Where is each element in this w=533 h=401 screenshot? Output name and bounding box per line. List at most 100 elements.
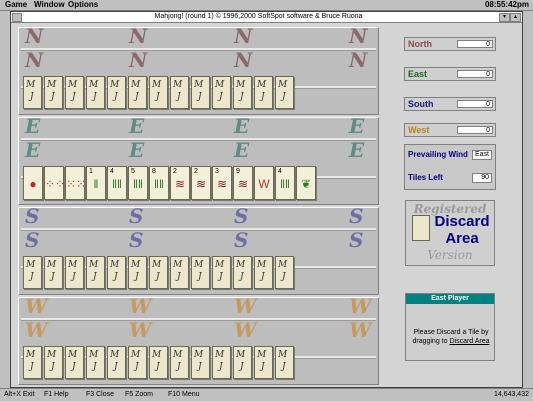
player-panel-w: WWWWWWWWMJMJMJMJMJMJMJMJMJMJMJMJMJ bbox=[18, 294, 379, 385]
wind-glyph-icon: S bbox=[234, 228, 249, 252]
hand-tile[interactable]: ● bbox=[23, 166, 43, 200]
status-key[interactable]: Alt+X Exit bbox=[4, 390, 35, 400]
title-bar[interactable]: Mahjong! (round 1) © 1996,2000 SoftSpot … bbox=[11, 12, 522, 23]
tile-back-glyph: J bbox=[261, 362, 265, 372]
tile-symbol-icon: ≋ bbox=[237, 177, 249, 191]
hidden-tile: MJ bbox=[86, 256, 105, 289]
menu-options[interactable]: Options bbox=[68, 0, 98, 10]
hand-tile[interactable]: 2 ≋ bbox=[170, 166, 190, 200]
tile-back-glyph: J bbox=[30, 272, 34, 282]
tile-back-glyph: J bbox=[177, 92, 181, 102]
hidden-tile: MJ bbox=[149, 76, 168, 109]
tile-back-glyph: J bbox=[198, 272, 202, 282]
tile-back-glyph: J bbox=[219, 362, 223, 372]
tile-back-glyph: M bbox=[215, 350, 225, 360]
hand-tile[interactable]: 1ǁ bbox=[86, 166, 106, 200]
hidden-tile: MJ bbox=[23, 256, 42, 289]
tile-back-glyph: J bbox=[30, 92, 34, 102]
tile-back-glyph: J bbox=[261, 92, 265, 102]
system-menu-icon[interactable] bbox=[12, 13, 22, 22]
wind-glyph-icon: N bbox=[25, 24, 44, 48]
clock: 08:55:42pm bbox=[484, 0, 529, 9]
discard-area[interactable]: Registered Discard Area Version bbox=[405, 200, 495, 266]
wind-glyph-icon: W bbox=[234, 294, 257, 318]
wind-glyph-icon: N bbox=[25, 48, 44, 72]
tile-back-glyph: M bbox=[278, 350, 288, 360]
hidden-tile: MJ bbox=[65, 76, 84, 109]
wind-glyph-icon: N bbox=[234, 24, 253, 48]
hidden-tile: MJ bbox=[44, 256, 63, 289]
discard-area-link[interactable]: Discard Area bbox=[449, 338, 489, 345]
memory-readout: 14,643,432 bbox=[493, 391, 529, 398]
tile-back-glyph: J bbox=[93, 92, 97, 102]
tile-back-glyph: J bbox=[114, 92, 118, 102]
wind-score-value: 0 bbox=[457, 70, 493, 78]
tile-back-glyph: M bbox=[152, 350, 162, 360]
hand-tile[interactable]: 8 ǁǁ bbox=[149, 166, 169, 200]
tile-back-glyph: J bbox=[282, 272, 286, 282]
tile-back-glyph: M bbox=[194, 350, 204, 360]
tile-back-glyph: J bbox=[51, 92, 55, 102]
tile-back-glyph: M bbox=[215, 80, 225, 90]
tile-back-glyph: M bbox=[257, 260, 267, 270]
tile-back-glyph: J bbox=[198, 92, 202, 102]
wind-glyph-icon: E bbox=[234, 138, 250, 162]
wind-glyph-icon: N bbox=[349, 48, 368, 72]
hidden-tile: MJ bbox=[170, 76, 189, 109]
tile-symbol-icon: ǁǁ bbox=[133, 177, 143, 191]
status-key[interactable]: F5 Zoom bbox=[125, 390, 153, 400]
tile-symbol-icon: ● bbox=[29, 177, 37, 191]
hand-tile[interactable]: ⁘⁘ bbox=[44, 166, 64, 200]
tile-back-glyph: J bbox=[219, 92, 223, 102]
menu-game[interactable]: Game bbox=[5, 0, 27, 10]
hand-tile[interactable]: 3 ≋ bbox=[212, 166, 232, 200]
hand-tile[interactable]: W bbox=[254, 166, 274, 200]
game-info: Prevailing Wind East Tiles Left 90 bbox=[404, 144, 496, 190]
tile-symbol-icon: ǁǁ bbox=[280, 177, 290, 191]
prevailing-wind-value: East bbox=[471, 150, 492, 160]
tile-back-glyph: J bbox=[219, 272, 223, 282]
tile-back-glyph: J bbox=[72, 362, 76, 372]
wind-glyph-icon: N bbox=[129, 48, 148, 72]
tile-number: 8 bbox=[152, 168, 156, 175]
tile-back-glyph: J bbox=[177, 272, 181, 282]
hidden-tile: MJ bbox=[107, 346, 126, 379]
status-key[interactable]: F1 Help bbox=[44, 390, 69, 400]
maximize-button[interactable]: ▴ bbox=[510, 13, 521, 22]
tile-back-glyph: J bbox=[30, 362, 34, 372]
hand-tile[interactable]: ⁙⁙ bbox=[65, 166, 85, 200]
hand-tile[interactable]: 9 ≋ bbox=[233, 166, 253, 200]
tile-back-glyph: J bbox=[135, 92, 139, 102]
hidden-tile: MJ bbox=[86, 346, 105, 379]
hand-tile[interactable]: 2 ≋ bbox=[191, 166, 211, 200]
tile-symbol-icon: ǁǁ bbox=[112, 177, 122, 191]
hidden-tile: MJ bbox=[191, 346, 210, 379]
hand-tile[interactable]: 4 ǁǁ bbox=[107, 166, 127, 200]
tile-back-glyph: M bbox=[257, 80, 267, 90]
wind-glyph-icon: E bbox=[234, 114, 250, 138]
minimize-button[interactable]: ▾ bbox=[499, 13, 510, 22]
wind-glyph-icon: W bbox=[234, 318, 257, 342]
status-key[interactable]: F3 Close bbox=[86, 390, 114, 400]
tile-back-glyph: J bbox=[282, 92, 286, 102]
hidden-tile: MJ bbox=[212, 256, 231, 289]
status-key[interactable]: F10 Menu bbox=[168, 390, 200, 400]
wind-glyph-icon: N bbox=[129, 24, 148, 48]
tile-back-glyph: J bbox=[240, 272, 244, 282]
hidden-tile: MJ bbox=[233, 256, 252, 289]
tile-back-glyph: J bbox=[240, 362, 244, 372]
hidden-tile: MJ bbox=[44, 76, 63, 109]
tile-back-glyph: J bbox=[114, 272, 118, 282]
tile-back-glyph: M bbox=[68, 80, 78, 90]
tile-back-glyph: J bbox=[93, 272, 97, 282]
wind-glyph-icon: W bbox=[129, 318, 152, 342]
hand-tile[interactable]: ❦ bbox=[296, 166, 316, 200]
hand-tile[interactable]: 5 ǁǁ bbox=[128, 166, 148, 200]
wind-score-value: 0 bbox=[457, 40, 493, 48]
tile-symbol-icon: ❦ bbox=[300, 177, 312, 191]
menu-window[interactable]: Window bbox=[34, 0, 65, 10]
hand-tile[interactable]: 4 ǁǁ bbox=[275, 166, 295, 200]
hidden-tile: MJ bbox=[275, 76, 294, 109]
status-bar: 14,643,432 Alt+X Exit F1 Help F3 Close F5 Z… bbox=[0, 388, 533, 401]
wind-name: East bbox=[408, 69, 428, 79]
